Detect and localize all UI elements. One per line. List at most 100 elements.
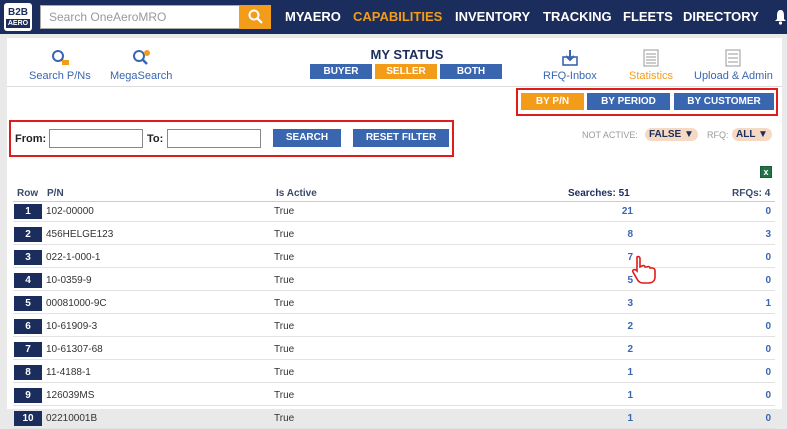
upload-admin-icon (725, 49, 741, 67)
table-header: Row P/N Is Active Searches: 51 RFQs: 4 (13, 185, 775, 202)
nav-fleets[interactable]: FLEETS (623, 9, 673, 24)
is-active-cell: True (274, 367, 295, 378)
table-row: 6 10-61909-3 True 2 0 (13, 317, 775, 337)
table-row: 8 11-4188-1 True 1 0 (13, 363, 775, 383)
upload-admin-label: Upload & Admin (694, 70, 773, 82)
searches-count-link[interactable]: 5 (593, 275, 633, 286)
not-active-label: NOT ACTIVE: (582, 130, 638, 140)
pn-cell: 456HELGE123 (46, 229, 114, 240)
rfqs-count-link[interactable]: 0 (733, 390, 771, 401)
nav-tracking[interactable]: TRACKING (543, 9, 612, 24)
pn-cell: 02210001B (46, 413, 98, 424)
header-rfqs: RFQs: 4 (732, 188, 771, 199)
searches-count-link[interactable]: 7 (593, 252, 633, 263)
row-number: 7 (14, 342, 42, 357)
is-active-cell: True (274, 413, 295, 424)
row-number: 2 (14, 227, 42, 242)
is-active-cell: True (274, 344, 295, 355)
searches-count-link[interactable]: 1 (593, 390, 633, 401)
is-active-cell: True (274, 390, 295, 401)
divider (7, 86, 782, 87)
table-row: 9 126039MS True 1 0 (13, 386, 775, 406)
row-number: 8 (14, 365, 42, 380)
row-number: 9 (14, 388, 42, 403)
tab-seller[interactable]: SELLER (375, 64, 437, 79)
tab-both[interactable]: BOTH (440, 64, 502, 79)
top-nav-bar: B2B AERO Search OneAeroMRO MYAERO CAPABI… (0, 0, 787, 34)
search-pns-tool[interactable]: Search P/Ns (29, 48, 91, 82)
is-active-cell: True (274, 252, 295, 263)
table-row: 5 00081000-9C True 3 1 (13, 294, 775, 314)
inbox-icon (562, 50, 578, 66)
rfqs-count-link[interactable]: 0 (733, 206, 771, 217)
pn-cell: 00081000-9C (46, 298, 107, 309)
not-active-select[interactable]: FALSE ▼ (645, 128, 698, 141)
table-row: 2 456HELGE123 True 8 3 (13, 225, 775, 245)
row-number: 1 (14, 204, 42, 219)
searches-count-link[interactable]: 2 (593, 344, 633, 355)
is-active-cell: True (274, 229, 295, 240)
tab-buyer[interactable]: BUYER (310, 64, 372, 79)
statistics-icon (643, 49, 659, 67)
is-active-cell: True (274, 321, 295, 332)
search-button[interactable] (240, 5, 271, 29)
searches-count-link[interactable]: 8 (593, 229, 633, 240)
rfqs-count-link[interactable]: 0 (733, 321, 771, 332)
searches-count-link[interactable]: 2 (593, 321, 633, 332)
rfqs-count-link[interactable]: 1 (733, 298, 771, 309)
pn-cell: 022-1-000-1 (46, 252, 101, 263)
nav-myaero[interactable]: MYAERO (285, 9, 341, 24)
table-row: 4 10-0359-9 True 5 0 (13, 271, 775, 291)
statistics-tool[interactable]: Statistics (629, 48, 673, 82)
searches-count-link[interactable]: 3 (593, 298, 633, 309)
rfqs-count-link[interactable]: 0 (733, 344, 771, 355)
row-number: 10 (14, 411, 42, 426)
search-pns-icon (51, 50, 69, 65)
rfqs-count-link[interactable]: 0 (733, 252, 771, 263)
megasearch-icon (133, 50, 151, 65)
searches-count-link[interactable]: 1 (593, 413, 633, 424)
table-row: 3 022-1-000-1 True 7 0 (13, 248, 775, 268)
search-input[interactable]: Search OneAeroMRO (40, 5, 240, 29)
rfqs-count-link[interactable]: 0 (733, 367, 771, 378)
bell-icon[interactable] (774, 9, 787, 25)
by-pn-button[interactable]: BY P/N (521, 93, 584, 110)
pn-cell: 10-61909-3 (46, 321, 98, 332)
by-customer-button[interactable]: BY CUSTOMER (674, 93, 774, 110)
rfq-select[interactable]: ALL ▼ (732, 128, 772, 141)
searches-count-link[interactable]: 21 (593, 206, 633, 217)
search-icon (248, 9, 263, 24)
rfq-inbox-tool[interactable]: RFQ-Inbox (543, 48, 597, 82)
rfqs-count-link[interactable]: 3 (733, 229, 771, 240)
row-number: 6 (14, 319, 42, 334)
rfqs-count-link[interactable]: 0 (733, 413, 771, 424)
search-pns-label: Search P/Ns (29, 70, 91, 82)
pointer-hand-icon (631, 255, 656, 284)
main-panel: Search P/Ns MegaSearch MY STATUS BUYER S… (7, 38, 782, 429)
by-period-button[interactable]: BY PERIOD (587, 93, 670, 110)
searches-count-link[interactable]: 1 (593, 367, 633, 378)
filter-search-button[interactable]: SEARCH (273, 129, 341, 147)
table-row: 1 102-00000 True 21 0 (13, 202, 775, 222)
nav-capabilities[interactable]: CAPABILITIES (353, 9, 442, 24)
row-number: 5 (14, 296, 42, 311)
upload-admin-tool[interactable]: Upload & Admin (694, 48, 773, 82)
to-date-field[interactable] (167, 129, 261, 148)
to-label: To: (147, 133, 164, 145)
header-searches: Searches: 51 (568, 188, 630, 199)
rfq-inbox-label: RFQ-Inbox (543, 70, 597, 82)
nav-directory[interactable]: DIRECTORY (683, 9, 759, 24)
statistics-label: Statistics (629, 70, 674, 82)
excel-export-icon[interactable]: x (760, 166, 772, 178)
my-status-title: MY STATUS (370, 47, 444, 62)
is-active-cell: True (274, 298, 295, 309)
table-row: 7 10-61307-68 True 2 0 (13, 340, 775, 360)
rfqs-count-link[interactable]: 0 (733, 275, 771, 286)
table-row: 10 02210001B True 1 0 (13, 409, 775, 429)
reset-filter-button[interactable]: RESET FILTER (353, 129, 449, 147)
b2baero-logo[interactable]: B2B AERO (4, 3, 32, 31)
from-date-field[interactable] (49, 129, 143, 148)
from-label: From: (15, 133, 47, 145)
nav-inventory[interactable]: INVENTORY (455, 9, 530, 24)
megasearch-tool[interactable]: MegaSearch (110, 48, 172, 82)
